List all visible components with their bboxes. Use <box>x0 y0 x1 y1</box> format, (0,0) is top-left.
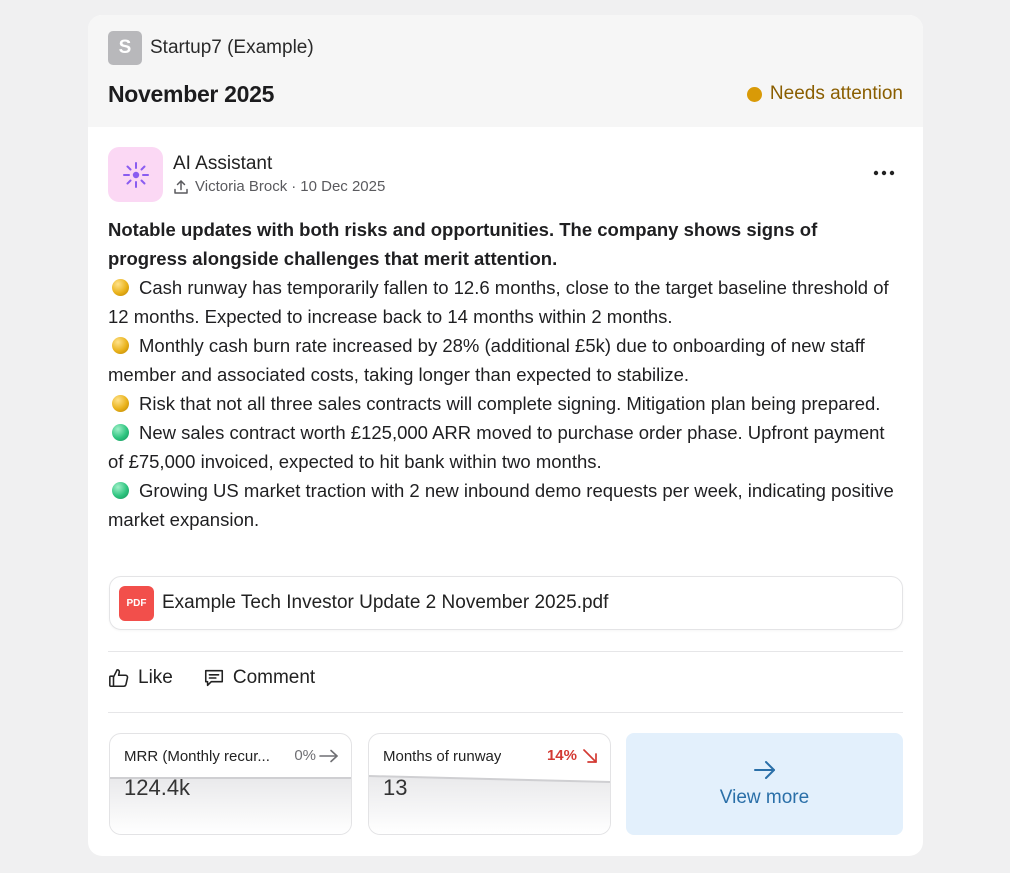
bullet-text: Monthly cash burn rate increased by 28% … <box>108 335 865 385</box>
meta-separator: · <box>291 178 297 195</box>
upload-icon <box>174 179 188 194</box>
summary-lead: Notable updates with both risks and oppo… <box>108 219 818 269</box>
bullet-text: New sales contract worth £125,000 ARR mo… <box>108 422 885 472</box>
attachment-filename[interactable]: Example Tech Investor Update 2 November … <box>162 592 608 614</box>
pdf-file-icon: PDF <box>119 585 154 621</box>
arrow-right-icon <box>319 749 338 762</box>
more-horizontal-icon <box>873 170 895 176</box>
bullet-text: Growing US market traction with 2 new in… <box>108 480 894 530</box>
uploader-name: Victoria Brock <box>195 178 288 195</box>
amber-dot-icon <box>112 337 129 354</box>
summary-bullet: Monthly cash burn rate increased by 28% … <box>108 331 898 389</box>
metric-label: Months of runway <box>383 748 502 765</box>
metric-label: MRR (Monthly recur... <box>124 748 270 765</box>
status-dot-icon <box>746 86 762 102</box>
summary-bullet: Risk that not all three sales contracts … <box>108 389 898 418</box>
status-badge: Needs attention <box>746 83 903 105</box>
post-date: 10 Dec 2025 <box>300 178 386 195</box>
update-card: S Startup7 (Example) November 2025 Needs… <box>88 15 923 856</box>
metric-card-mrr[interactable]: MRR (Monthly recur... 0% 124.4k <box>109 733 352 835</box>
sparkle-icon <box>122 161 149 188</box>
card-header: S Startup7 (Example) November 2025 Needs… <box>88 15 923 127</box>
more-options-button[interactable] <box>869 161 899 185</box>
green-dot-icon <box>112 482 129 499</box>
summary-bullet: Growing US market traction with 2 new in… <box>108 476 898 534</box>
view-more-label: View more <box>719 787 810 808</box>
metric-change-value: 14% <box>546 747 577 764</box>
amber-dot-icon <box>112 279 129 296</box>
metric-card-runway[interactable]: Months of runway 14% 13 <box>368 733 611 835</box>
period-title: November 2025 <box>108 81 275 107</box>
comment-button[interactable]: Comment <box>203 667 315 689</box>
green-dot-icon <box>112 424 129 441</box>
like-button[interactable]: Like <box>108 667 173 689</box>
update-summary: Notable updates with both risks and oppo… <box>108 215 898 534</box>
view-more-button[interactable]: View more <box>626 733 903 835</box>
metric-value: 13 <box>383 775 408 800</box>
post-header: AI Assistant Victoria Brock · 10 Dec 202… <box>108 147 903 203</box>
author-meta: Victoria Brock · 10 Dec 2025 <box>173 178 385 195</box>
company-row[interactable]: S Startup7 (Example) <box>108 31 314 65</box>
bullet-text: Cash runway has temporarily fallen to 12… <box>108 277 889 327</box>
comment-label: Comment <box>232 667 316 688</box>
pdf-attachment[interactable]: PDF Example Tech Investor Update 2 Novem… <box>109 576 903 630</box>
amber-dot-icon <box>112 395 129 412</box>
metric-change: 14% <box>547 747 598 764</box>
comment-icon <box>204 669 223 687</box>
thumbs-up-icon <box>109 668 129 688</box>
divider <box>108 651 903 652</box>
author-name: AI Assistant <box>173 153 273 174</box>
summary-bullet: New sales contract worth £125,000 ARR mo… <box>108 418 898 476</box>
summary-bullet: Cash runway has temporarily fallen to 12… <box>108 273 898 331</box>
company-name[interactable]: Startup7 (Example) <box>150 37 314 59</box>
status-label: Needs attention <box>769 83 903 104</box>
arrow-down-right-icon <box>583 748 597 763</box>
arrow-right-icon <box>753 761 775 779</box>
divider <box>108 712 903 713</box>
metric-change: 0% <box>294 747 339 764</box>
metric-value: 124.4k <box>124 775 191 800</box>
post-actions: Like Comment <box>108 667 345 689</box>
metric-change-value: 0% <box>294 747 316 764</box>
bullet-text: Risk that not all three sales contracts … <box>139 393 881 414</box>
company-avatar: S <box>108 31 142 65</box>
like-label: Like <box>138 667 173 688</box>
ai-avatar <box>108 147 163 202</box>
